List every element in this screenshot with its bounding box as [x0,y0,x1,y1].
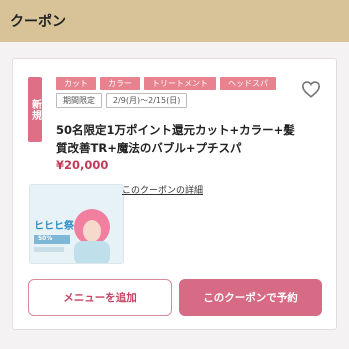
tag-color: カラー [100,77,140,90]
tag-headspa: ヘッドスパ [220,77,276,90]
coupon-price: ¥20,000 [56,158,109,172]
banner-headline: ヒヒヒ祭 [34,221,74,232]
add-menu-button[interactable]: メニューを追加 [28,279,172,316]
reserve-button[interactable]: このクーポンで予約 [179,279,322,316]
new-badge: 新規 [28,77,42,142]
tag-cut: カット [56,77,96,90]
coupon-tags: カット カラー トリートメント ヘッドスパ 期間限定 2/9(月)〜2/15(日… [56,77,301,111]
heart-icon [301,81,321,98]
favorite-button[interactable] [300,78,322,100]
period-label: 期間限定 [56,93,102,108]
tag-treatment: トリートメント [144,77,216,90]
coupon-detail-link[interactable]: このクーポンの詳細 [122,183,203,196]
coupon-banner-image: ヒヒヒ祭 50% [29,184,124,264]
coupon-card: 新規 カット カラー トリートメント ヘッドスパ 期間限定 2/9(月)〜2/1… [12,58,337,330]
page-title: クーポン [10,14,66,30]
period-dates: 2/9(月)〜2/15(日) [106,93,188,108]
page-header: クーポン [0,0,349,42]
banner-sub: 50% [38,235,53,242]
coupon-title: 50名限定1万ポイント還元カット+カラー+髪質改善TR+魔法のバブル+プチスパ [56,123,295,155]
